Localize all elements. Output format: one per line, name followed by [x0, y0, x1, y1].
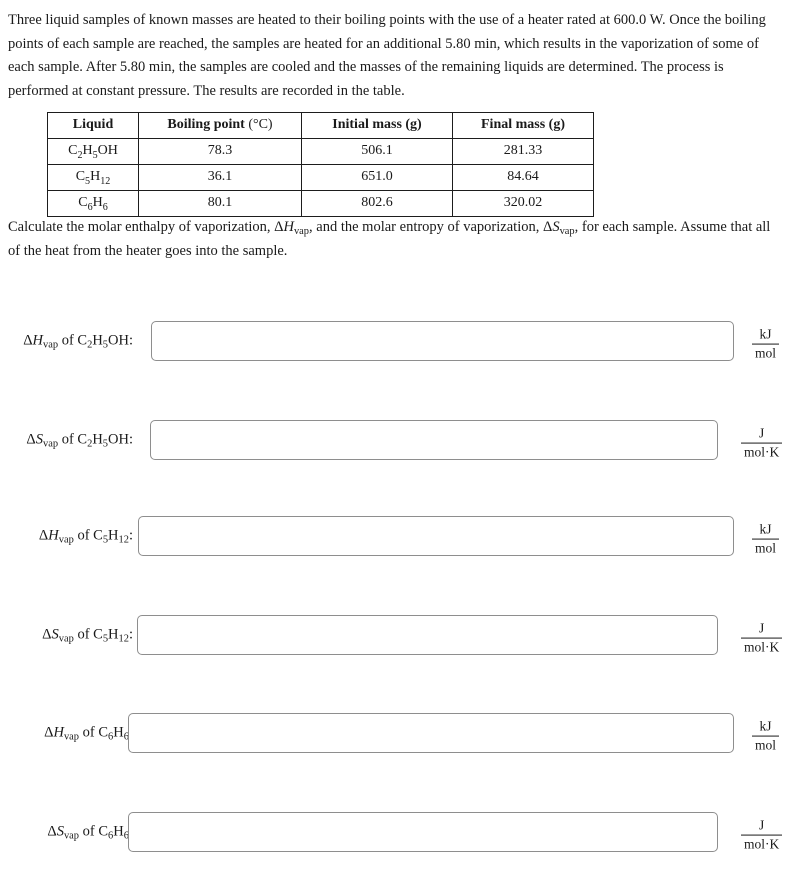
- unit-numerator: kJ: [759, 521, 772, 537]
- unit-denominator: mol: [755, 737, 777, 753]
- answer-row-ds-c5h12: ΔSvap of C5H12: J mol·K: [0, 615, 792, 661]
- formula-subscript: 5: [85, 175, 91, 187]
- unit-j-per-mol-k: J mol·K: [741, 425, 783, 461]
- column-header-liquid: Liquid: [47, 112, 139, 139]
- delta-h-symbol: ΔHvap: [274, 219, 310, 238]
- unit-j-per-mol-k: J mol·K: [741, 620, 783, 656]
- column-header-boiling-point-unit: (°C): [248, 117, 273, 133]
- results-table-container: Liquid Boiling point (°C) Initial mass (…: [47, 112, 594, 217]
- answer-input-ds-c5h12[interactable]: [137, 615, 718, 655]
- unit-denominator: mol·K: [744, 836, 780, 852]
- answer-label-ds-c2h5oh: ΔSvap of C2H5OH:: [26, 431, 133, 450]
- unit-denominator: mol: [755, 540, 777, 556]
- cell-liquid: C2H5OH: [47, 138, 139, 165]
- formula-subscript: 6: [87, 201, 93, 213]
- cell-boiling-point: 80.1: [138, 190, 302, 217]
- table-header-row: Liquid Boiling point (°C) Initial mass (…: [47, 112, 594, 139]
- answer-row-ds-c6h6: ΔSvap of C6H6: J mol·K: [0, 812, 792, 858]
- formula-subscript: 2: [77, 149, 83, 161]
- answer-input-ds-c6h6[interactable]: [128, 812, 718, 852]
- unit-numerator: kJ: [759, 326, 772, 342]
- answer-input-dh-c5h12[interactable]: [138, 516, 734, 556]
- question-prompt: Calculate the molar enthalpy of vaporiza…: [8, 216, 784, 263]
- unit-denominator: mol·K: [744, 639, 780, 655]
- table-row: C2H5OH 78.3 506.1 281.33: [47, 138, 594, 165]
- column-header-final-mass: Final mass (g): [452, 112, 594, 139]
- answer-input-ds-c2h5oh[interactable]: [150, 420, 718, 460]
- column-header-boiling-point: Boiling point (°C): [138, 112, 302, 139]
- formula-subscript: 6: [102, 201, 108, 213]
- answer-label-dh-c6h6: ΔHvap of C6H6:: [44, 724, 133, 743]
- answer-label-dh-c5h12: ΔHvap of C5H12:: [38, 527, 133, 546]
- unit-denominator: mol·K: [744, 444, 780, 460]
- cell-final-mass: 320.02: [452, 190, 594, 217]
- answer-label-ds-c5h12: ΔSvap of C5H12:: [42, 626, 133, 645]
- unit-numerator: kJ: [759, 718, 772, 734]
- formula-subscript: 5: [92, 149, 98, 161]
- question-text-part-2: , and the molar entropy of vaporization,: [309, 219, 543, 235]
- column-header-boiling-point-text: Boiling point: [167, 117, 245, 133]
- problem-statement: Three liquid samples of known masses are…: [8, 12, 766, 99]
- answer-label-ds-c6h6: ΔSvap of C6H6:: [47, 823, 133, 842]
- cell-final-mass: 281.33: [452, 138, 594, 165]
- results-table: Liquid Boiling point (°C) Initial mass (…: [47, 112, 594, 217]
- answer-input-dh-c2h5oh[interactable]: [151, 321, 734, 361]
- unit-kj-per-mol: kJ mol: [752, 718, 780, 754]
- cell-initial-mass: 506.1: [301, 138, 453, 165]
- formula-element: H: [92, 195, 103, 211]
- unit-denominator: mol: [755, 345, 777, 361]
- unit-numerator: J: [758, 817, 765, 833]
- cell-boiling-point: 36.1: [138, 164, 302, 191]
- unit-numerator: J: [758, 620, 765, 636]
- unit-kj-per-mol: kJ mol: [752, 521, 780, 557]
- table-row: C6H6 80.1 802.6 320.02: [47, 190, 594, 217]
- column-header-initial-mass: Initial mass (g): [301, 112, 453, 139]
- formula-element: C: [75, 169, 86, 185]
- formula-element: OH: [97, 143, 118, 159]
- answer-row-dh-c5h12: ΔHvap of C5H12: kJ mol: [0, 516, 792, 562]
- cell-boiling-point: 78.3: [138, 138, 302, 165]
- formula-element: C: [78, 195, 88, 211]
- formula-element: H: [82, 143, 93, 159]
- formula-element: H: [90, 169, 101, 185]
- cell-liquid: C5H12: [47, 164, 139, 191]
- cell-initial-mass: 802.6: [301, 190, 453, 217]
- formula-subscript: 12: [100, 175, 111, 187]
- delta-s-symbol: ΔSvap: [542, 219, 575, 238]
- answer-input-dh-c6h6[interactable]: [128, 713, 734, 753]
- cell-liquid: C6H6: [47, 190, 139, 217]
- table-row: C5H12 36.1 651.0 84.64: [47, 164, 594, 191]
- cell-initial-mass: 651.0: [301, 164, 453, 191]
- answer-row-dh-c6h6: ΔHvap of C6H6: kJ mol: [0, 713, 792, 759]
- question-text-part-1: Calculate the molar enthalpy of vaporiza…: [8, 219, 275, 235]
- answer-row-dh-c2h5oh: ΔHvap of C2H5OH: kJ mol: [0, 321, 792, 367]
- cell-final-mass: 84.64: [452, 164, 594, 191]
- unit-numerator: J: [758, 425, 765, 441]
- answer-row-ds-c2h5oh: ΔSvap of C2H5OH: J mol·K: [0, 420, 792, 466]
- answer-label-dh-c2h5oh: ΔHvap of C2H5OH:: [23, 332, 133, 351]
- unit-j-per-mol-k: J mol·K: [741, 817, 783, 853]
- unit-kj-per-mol: kJ mol: [752, 326, 780, 362]
